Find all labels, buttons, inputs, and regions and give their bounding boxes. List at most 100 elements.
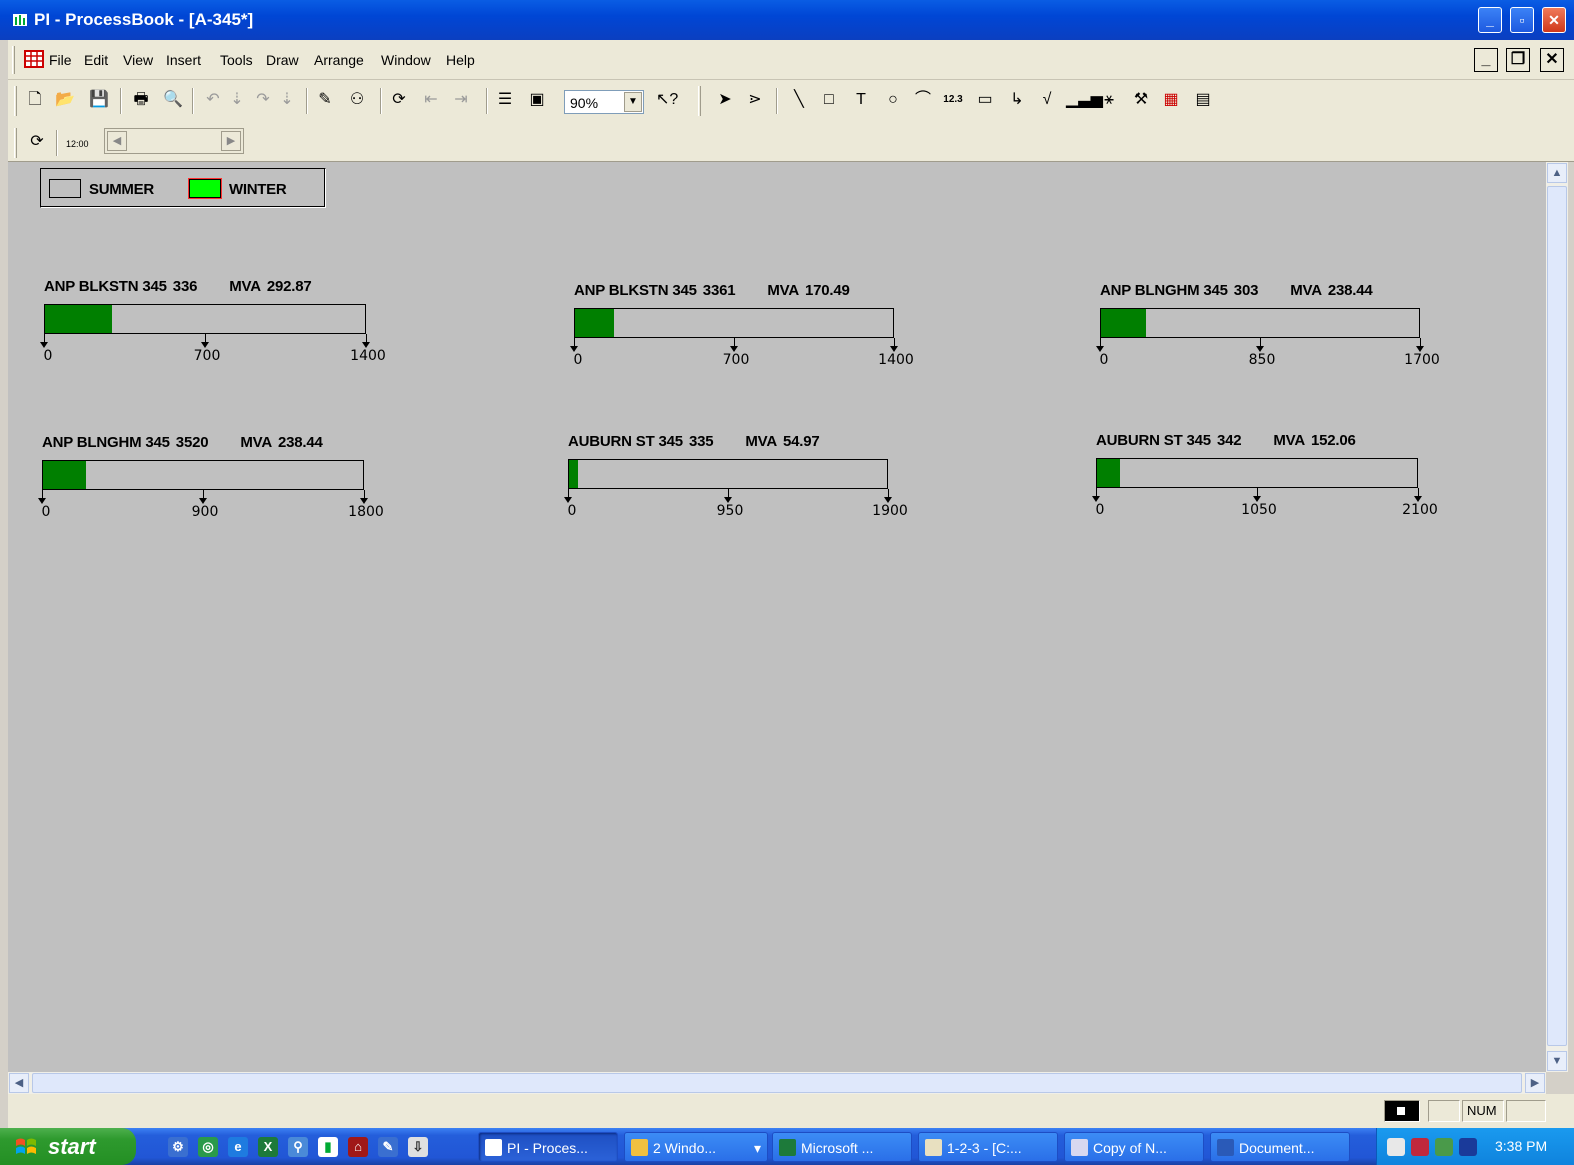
- zoom-select[interactable]: 90% ▼: [564, 90, 644, 114]
- tray-network-icon[interactable]: [1387, 1138, 1405, 1156]
- toolbar-grip[interactable]: [14, 86, 17, 116]
- restore-button[interactable]: ▫: [1510, 7, 1534, 33]
- menu-help[interactable]: Help: [446, 52, 475, 68]
- menu-edit[interactable]: Edit: [84, 52, 108, 68]
- line-icon[interactable]: ╲: [788, 89, 810, 111]
- internet-explorer-icon[interactable]: e: [228, 1137, 248, 1157]
- minimize-button[interactable]: _: [1478, 7, 1502, 33]
- connector-icon[interactable]: ↳: [1006, 89, 1028, 111]
- time-scrollbar[interactable]: ◀ ▶: [104, 128, 244, 154]
- scroll-left-icon[interactable]: ◀: [9, 1073, 29, 1093]
- gauge-id: 336: [172, 278, 198, 295]
- gauge-4[interactable]: ANP BLNGHM 345 3520 MVA 238.44 0 900 1800: [38, 434, 404, 524]
- doc-close-button[interactable]: ✕: [1540, 48, 1564, 72]
- gauge-3[interactable]: ANP BLNGHM 345 303 MVA 238.44 0 850 1700: [1096, 282, 1460, 372]
- quicklaunch-settings-icon[interactable]: ⚙: [168, 1137, 188, 1157]
- gauge-unit: MVA: [1273, 432, 1305, 449]
- title-bar[interactable]: PI - ProcessBook - [A-345*] _ ▫ ✕: [0, 0, 1574, 40]
- horizontal-scroll-thumb[interactable]: [32, 1073, 1522, 1093]
- edit-node-icon[interactable]: ⋗: [744, 89, 766, 111]
- bar-chart-icon[interactable]: ▁▃▅: [1066, 89, 1103, 111]
- menu-insert[interactable]: Insert: [166, 52, 201, 68]
- value-tool-icon[interactable]: 12.3: [942, 89, 964, 111]
- refresh-icon[interactable]: ⟳: [26, 131, 48, 153]
- arc-icon[interactable]: ⌒: [912, 89, 934, 111]
- open-folder-icon[interactable]: 📂: [54, 89, 76, 111]
- select-arrow-icon[interactable]: ➤: [714, 89, 736, 111]
- doc-minimize-button[interactable]: _: [1474, 48, 1498, 72]
- scroll-right-icon[interactable]: ▶: [221, 131, 241, 151]
- task-copy-of[interactable]: Copy of N...: [1064, 1132, 1204, 1162]
- excel-icon[interactable]: X: [258, 1137, 278, 1157]
- menu-arrange[interactable]: Arrange: [314, 52, 364, 68]
- task-explorer-group[interactable]: 2 Windo... ▾: [624, 1132, 768, 1162]
- align-left-icon[interactable]: ⇤: [420, 89, 442, 111]
- toolbar-grip[interactable]: [14, 128, 17, 158]
- gauge-6[interactable]: AUBURN ST 345 342 MVA 152.06 0 1050 2100: [1092, 432, 1458, 522]
- menu-draw[interactable]: Draw: [266, 52, 299, 68]
- tools-icon[interactable]: ⚒: [1130, 89, 1152, 111]
- task-microsoft[interactable]: Microsoft ...: [772, 1132, 912, 1162]
- tray-monitor-icon[interactable]: [1435, 1138, 1453, 1156]
- scroll-up-icon[interactable]: ▲: [1547, 163, 1567, 183]
- print-icon[interactable]: 🖶: [130, 89, 152, 111]
- button-tool-icon[interactable]: ▭: [974, 89, 996, 111]
- trend-icon[interactable]: √: [1036, 89, 1058, 111]
- vertical-scroll-thumb[interactable]: [1547, 186, 1567, 1046]
- format-icon[interactable]: ☰: [494, 89, 516, 111]
- gauge-tick-label: 0: [1095, 502, 1105, 518]
- document-icon[interactable]: [24, 50, 44, 68]
- time-range-icon[interactable]: 12:00: [66, 131, 89, 153]
- gauge-fill: [1101, 309, 1146, 337]
- gauge-2[interactable]: ANP BLKSTN 345 3361 MVA 170.49 0 700 1400: [570, 282, 934, 372]
- tray-app-icon[interactable]: [1459, 1138, 1477, 1156]
- menu-file[interactable]: File: [49, 52, 72, 68]
- scroll-right-icon[interactable]: ▶: [1525, 1073, 1545, 1093]
- print-preview-icon[interactable]: 🔍: [162, 89, 184, 111]
- doc-restore-button[interactable]: ❐: [1506, 48, 1530, 72]
- menu-tools[interactable]: Tools: [220, 52, 253, 68]
- trend-chart-icon[interactable]: ▦: [1160, 89, 1182, 111]
- refresh-icon[interactable]: ⟳: [388, 89, 410, 111]
- menu-window[interactable]: Window: [381, 52, 431, 68]
- help-pointer-icon[interactable]: ↖?: [656, 89, 678, 111]
- menu-view[interactable]: View: [123, 52, 153, 68]
- task-processbook[interactable]: PI - Proces...: [478, 1132, 618, 1162]
- processbook-icon[interactable]: ▮: [318, 1137, 338, 1157]
- task-lotus[interactable]: 1-2-3 - [C:...: [918, 1132, 1058, 1162]
- pen-icon[interactable]: ✎: [314, 89, 336, 111]
- scroll-left-icon[interactable]: ◀: [107, 131, 127, 151]
- save-icon[interactable]: 💾: [88, 89, 110, 111]
- scroll-down-icon[interactable]: ▼: [1547, 1051, 1567, 1071]
- symbol-icon[interactable]: ▤: [1192, 89, 1214, 111]
- vertical-scrollbar[interactable]: ▲ ▼: [1546, 162, 1568, 1072]
- network-icon[interactable]: ⚲: [288, 1137, 308, 1157]
- task-document[interactable]: Document...: [1210, 1132, 1350, 1162]
- binoculars-icon[interactable]: ⚇: [346, 89, 368, 111]
- start-button[interactable]: start: [0, 1128, 136, 1165]
- menubar-grip[interactable]: [12, 46, 15, 74]
- quicklaunch-app-icon[interactable]: ◎: [198, 1137, 218, 1157]
- chevron-down-icon[interactable]: ▼: [624, 92, 642, 112]
- gauge-5[interactable]: AUBURN ST 345 335 MVA 54.97 0 950 1900: [564, 433, 928, 523]
- pdf-icon[interactable]: ⌂: [348, 1137, 368, 1157]
- notepad-icon[interactable]: ✎: [378, 1137, 398, 1157]
- display-canvas[interactable]: SUMMER WINTER ANP BLKSTN 345 336 MVA 292.87…: [8, 162, 1546, 1072]
- tray-shield-icon[interactable]: [1411, 1138, 1429, 1156]
- undo-icon[interactable]: ↶: [202, 89, 224, 111]
- image-icon[interactable]: ▣: [526, 89, 548, 111]
- redo-icon[interactable]: ↷: [252, 89, 274, 111]
- gauge-1[interactable]: ANP BLKSTN 345 336 MVA 292.87 0 700 1400: [40, 278, 406, 368]
- redo-dropdown-icon[interactable]: ⇣: [276, 89, 298, 111]
- align-right-icon[interactable]: ⇥: [450, 89, 472, 111]
- new-document-icon[interactable]: 🗋: [24, 89, 46, 111]
- text-icon[interactable]: T: [850, 89, 872, 111]
- horizontal-scrollbar[interactable]: ◀ ▶: [8, 1072, 1546, 1094]
- download-icon[interactable]: ⇩: [408, 1137, 428, 1157]
- xy-plot-icon[interactable]: ⚹: [1098, 89, 1120, 111]
- toolbar-grip[interactable]: [698, 86, 701, 116]
- rectangle-icon[interactable]: □: [818, 89, 840, 111]
- close-button[interactable]: ✕: [1542, 7, 1566, 33]
- ellipse-icon[interactable]: ○: [882, 89, 904, 111]
- undo-dropdown-icon[interactable]: ⇣: [226, 89, 248, 111]
